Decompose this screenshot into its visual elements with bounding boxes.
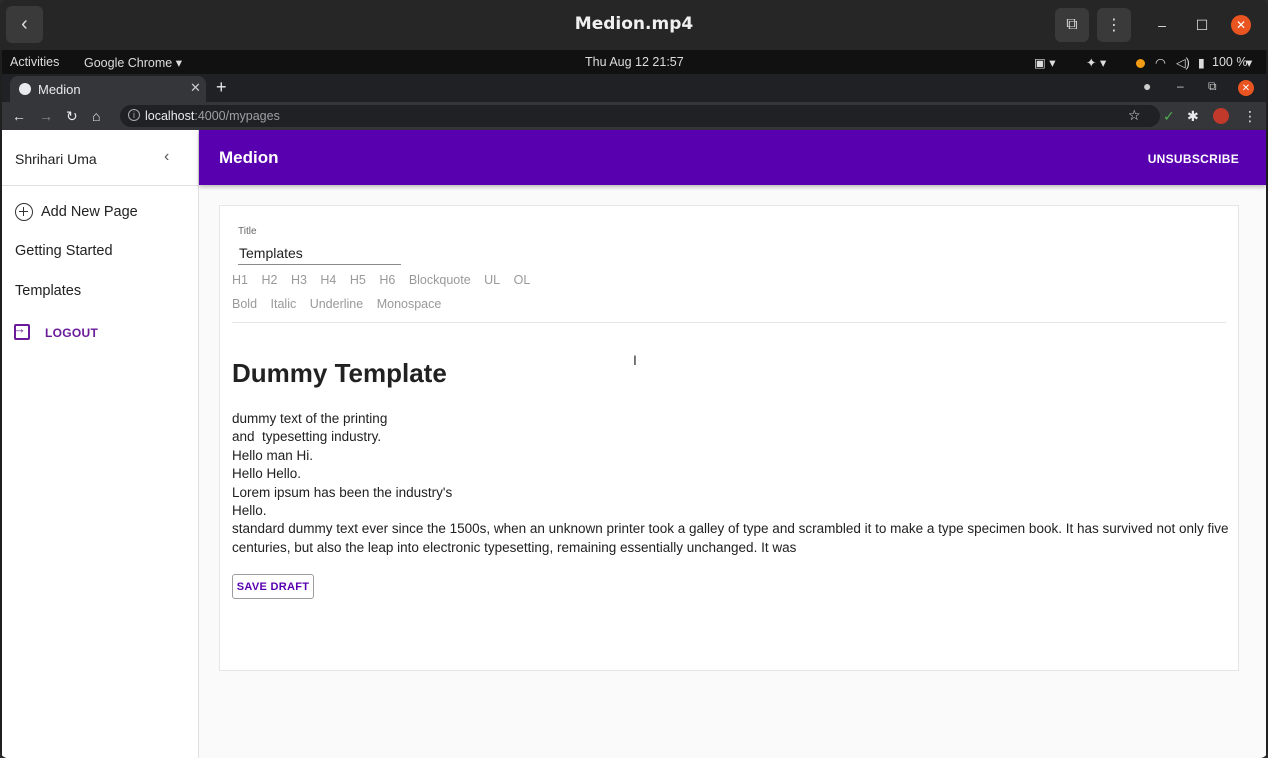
reload-icon[interactable]: ↻ (66, 108, 78, 125)
address-bar[interactable]: i localhost:4000/mypages ☆ (120, 105, 1160, 127)
picture-in-picture-icon[interactable]: ⧉ (1055, 8, 1089, 42)
add-circle-icon[interactable] (15, 203, 33, 221)
window-minimize-icon[interactable]: – (1177, 79, 1184, 93)
document-body[interactable]: dummy text of the printing and typesetti… (232, 410, 1232, 557)
nav-templates[interactable]: Templates (15, 283, 81, 299)
toolbar-divider (232, 322, 1226, 323)
battery-level: 100 % (1212, 55, 1248, 69)
save-draft-button[interactable]: SAVE DRAFT (232, 574, 314, 599)
body-line: and typesetting industry. (232, 429, 382, 445)
format-ol-button[interactable]: OL (514, 273, 531, 287)
format-h3-button[interactable]: H3 (291, 273, 307, 287)
inline-format-toolbar: Bold Italic Underline Monospace (232, 297, 451, 311)
user-name: Shrihari Uma (15, 151, 97, 167)
app-title: Medion (219, 148, 279, 167)
side-drawer: Shrihari Uma ‹ Add New Page Getting Star… (2, 130, 199, 758)
activities-button[interactable]: Activities (10, 55, 59, 69)
format-h2-button[interactable]: H2 (261, 273, 277, 287)
forward-arrow-icon[interactable]: → (39, 108, 53, 124)
body-line: dummy text of the printing (232, 411, 388, 426)
wifi-icon[interactable]: ◠ (1155, 55, 1166, 70)
body-line: Lorem ipsum has been the industry's (232, 484, 453, 500)
screen: ‹ Medion.mp4 ⧉ ⋮ – ☐ ✕ Activities Google… (0, 0, 1268, 758)
tab-close-icon[interactable]: ✕ (190, 80, 201, 96)
close-icon[interactable]: ✕ (1231, 15, 1251, 35)
app-bar: Medion UNSUBSCRIBE (199, 130, 1266, 185)
format-h1-button[interactable]: H1 (232, 273, 248, 287)
volume-icon[interactable]: ◁) (1176, 55, 1190, 70)
logout-button[interactable]: LOGOUT (45, 326, 98, 340)
text-cursor-icon: I (633, 352, 637, 368)
url-text[interactable]: localhost:4000/mypages (145, 109, 280, 123)
format-blockquote-button[interactable]: Blockquote (409, 273, 471, 287)
format-h5-button[interactable]: H5 (350, 273, 366, 287)
body-line: Hello man Hi. (232, 447, 314, 463)
chevron-left-icon[interactable]: ‹ (164, 148, 182, 166)
body-line: standard dummy text ever since the 1500s… (232, 521, 1229, 555)
new-tab-icon[interactable]: + (216, 77, 227, 98)
system-top-bar: Activities Google Chrome ▾ Thu Aug 12 21… (2, 50, 1266, 74)
title-field[interactable] (238, 242, 401, 265)
format-monospace-button[interactable]: Monospace (377, 297, 442, 311)
window-close-icon[interactable]: ✕ (1238, 80, 1254, 96)
clipboard-icon[interactable]: ▣ ▾ (1034, 55, 1056, 70)
browser-menu-icon[interactable]: ⋮ (1243, 108, 1257, 125)
format-ul-button[interactable]: UL (484, 273, 500, 287)
home-icon[interactable]: ⌂ (92, 108, 100, 124)
chrome-app-menu[interactable]: Google Chrome ▾ (84, 55, 182, 70)
drawer-header: Shrihari Uma ‹ (2, 130, 199, 186)
profile-avatar[interactable] (1213, 108, 1229, 124)
web-app: Shrihari Uma ‹ Add New Page Getting Star… (2, 130, 1266, 758)
browser-tab[interactable]: Medion ✕ (10, 76, 206, 102)
browser-tab-strip: Medion ✕ + ● – ⧉ ✕ (2, 74, 1266, 102)
more-options-icon[interactable]: ⋮ (1097, 8, 1131, 42)
accessibility-icon[interactable]: ✦ ▾ (1086, 55, 1106, 70)
editor-card: Title H1 H2 H3 H4 H5 H6 Blockquote UL OL… (219, 205, 1239, 671)
format-italic-button[interactable]: Italic (271, 297, 297, 311)
nav-getting-started[interactable]: Getting Started (15, 243, 113, 259)
minimize-icon[interactable]: – (1151, 14, 1173, 36)
unsubscribe-button[interactable]: UNSUBSCRIBE (1148, 152, 1239, 166)
browser-toolbar: ← → ↻ ⌂ i localhost:4000/mypages ☆ ✓ ✱ ⋮ (2, 102, 1266, 130)
back-arrow-icon[interactable]: ← (12, 108, 26, 124)
format-h4-button[interactable]: H4 (320, 273, 336, 287)
maximize-icon[interactable]: ☐ (1191, 14, 1213, 36)
tab-title: Medion (38, 82, 81, 97)
block-format-toolbar: H1 H2 H3 H4 H5 H6 Blockquote UL OL (232, 273, 540, 287)
extensions-puzzle-icon[interactable]: ✱ (1187, 108, 1199, 125)
tab-favicon-icon (19, 83, 31, 95)
clock[interactable]: Thu Aug 12 21:57 (585, 55, 684, 69)
window-restore-icon[interactable]: ⧉ (1208, 79, 1217, 94)
notification-dot-icon (1136, 57, 1145, 71)
document-heading[interactable]: Dummy Template (232, 358, 447, 389)
battery-icon[interactable]: ▮ (1198, 55, 1205, 70)
title-field-label: Title (238, 226, 257, 237)
system-menu-chevron-down-icon[interactable]: ▾ (1246, 55, 1252, 70)
format-underline-button[interactable]: Underline (310, 297, 364, 311)
player-title-bar: ‹ Medion.mp4 ⧉ ⋮ – ☐ ✕ (0, 0, 1268, 50)
tab-search-icon[interactable]: ● (1143, 78, 1151, 94)
body-line: Hello. (232, 503, 267, 519)
format-bold-button[interactable]: Bold (232, 297, 257, 311)
bookmark-star-icon[interactable]: ☆ (1128, 107, 1141, 124)
extension-check-icon[interactable]: ✓ (1163, 108, 1175, 125)
logout-icon[interactable] (13, 321, 30, 340)
body-line: Hello Hello. (232, 466, 302, 482)
nav-add-new-page[interactable]: Add New Page (41, 204, 138, 220)
site-info-icon[interactable]: i (128, 109, 140, 121)
format-h6-button[interactable]: H6 (379, 273, 395, 287)
